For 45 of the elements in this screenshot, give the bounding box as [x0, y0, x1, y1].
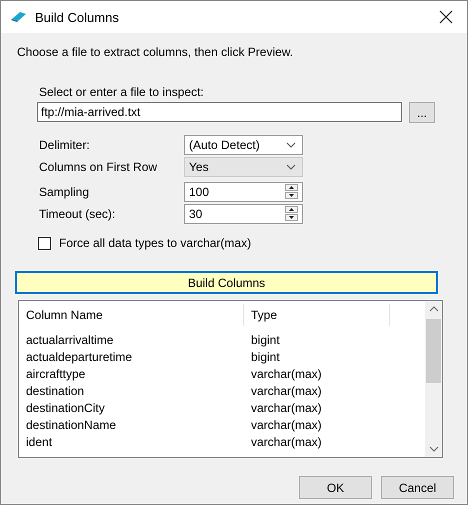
spin-down-icon[interactable]: [285, 192, 298, 199]
cancel-button[interactable]: Cancel: [381, 476, 454, 499]
table-cell-text: destination: [25, 384, 86, 398]
dropdown[interactable]: Yes: [184, 156, 303, 176]
file-label: Select or enter a file to inspect:: [39, 85, 205, 99]
option-label: Delimiter:: [39, 138, 91, 152]
spin-down-icon[interactable]: [285, 214, 298, 221]
table-cell-text: bigint: [250, 350, 281, 364]
chevron-down-icon: [286, 164, 296, 170]
column-header[interactable]: Column Name: [19, 304, 244, 326]
spinner-field[interactable]: 100: [184, 182, 303, 202]
table-cell-text: varchar(max): [250, 434, 323, 448]
build-columns-button[interactable]: Build Columns: [15, 271, 438, 294]
table-cell-text: destinationCity: [25, 400, 106, 414]
browse-button[interactable]: ...: [409, 102, 435, 123]
table-cell-text: actualarrivaltime: [25, 332, 114, 346]
table-cell-text: actualdeparturetime: [25, 350, 134, 364]
app-icon: [11, 11, 27, 23]
option-label: Columns on First Row: [39, 160, 158, 174]
instruction-text: Choose a file to extract columns, then click Preview.: [17, 45, 294, 59]
ok-button[interactable]: OK: [299, 476, 372, 499]
dropdown[interactable]: (Auto Detect): [184, 134, 303, 154]
checkbox-label: Force all data types to varchar(max): [59, 236, 252, 250]
table-cell-text: varchar(max): [250, 418, 323, 432]
table-cell-text: varchar(max): [250, 384, 323, 398]
close-icon[interactable]: [439, 10, 453, 24]
window-title: Build Columns: [35, 10, 120, 24]
scroll-up-icon[interactable]: [428, 306, 438, 312]
spin-up-icon[interactable]: [285, 206, 298, 213]
table-cell-text: aircrafttype: [25, 366, 86, 380]
option-label: Timeout (sec):: [39, 206, 116, 220]
table-cell-text: ident: [25, 434, 54, 448]
table-cell-text: bigint: [250, 332, 281, 346]
file-input[interactable]: ftp://mia-arrived.txt: [37, 102, 402, 122]
table-cell-text: varchar(max): [250, 400, 323, 414]
table-cell-text: varchar(max): [250, 366, 323, 380]
table-cell-text: destinationName: [25, 418, 118, 432]
chevron-down-icon: [286, 142, 296, 148]
scroll-down-icon[interactable]: [428, 446, 438, 452]
spin-up-icon[interactable]: [285, 184, 298, 191]
column-header[interactable]: Type: [244, 304, 390, 326]
option-label: Sampling: [39, 184, 90, 198]
spinner-field[interactable]: 30: [184, 204, 303, 224]
checkbox[interactable]: [38, 236, 51, 250]
scrollbar[interactable]: [425, 301, 442, 457]
